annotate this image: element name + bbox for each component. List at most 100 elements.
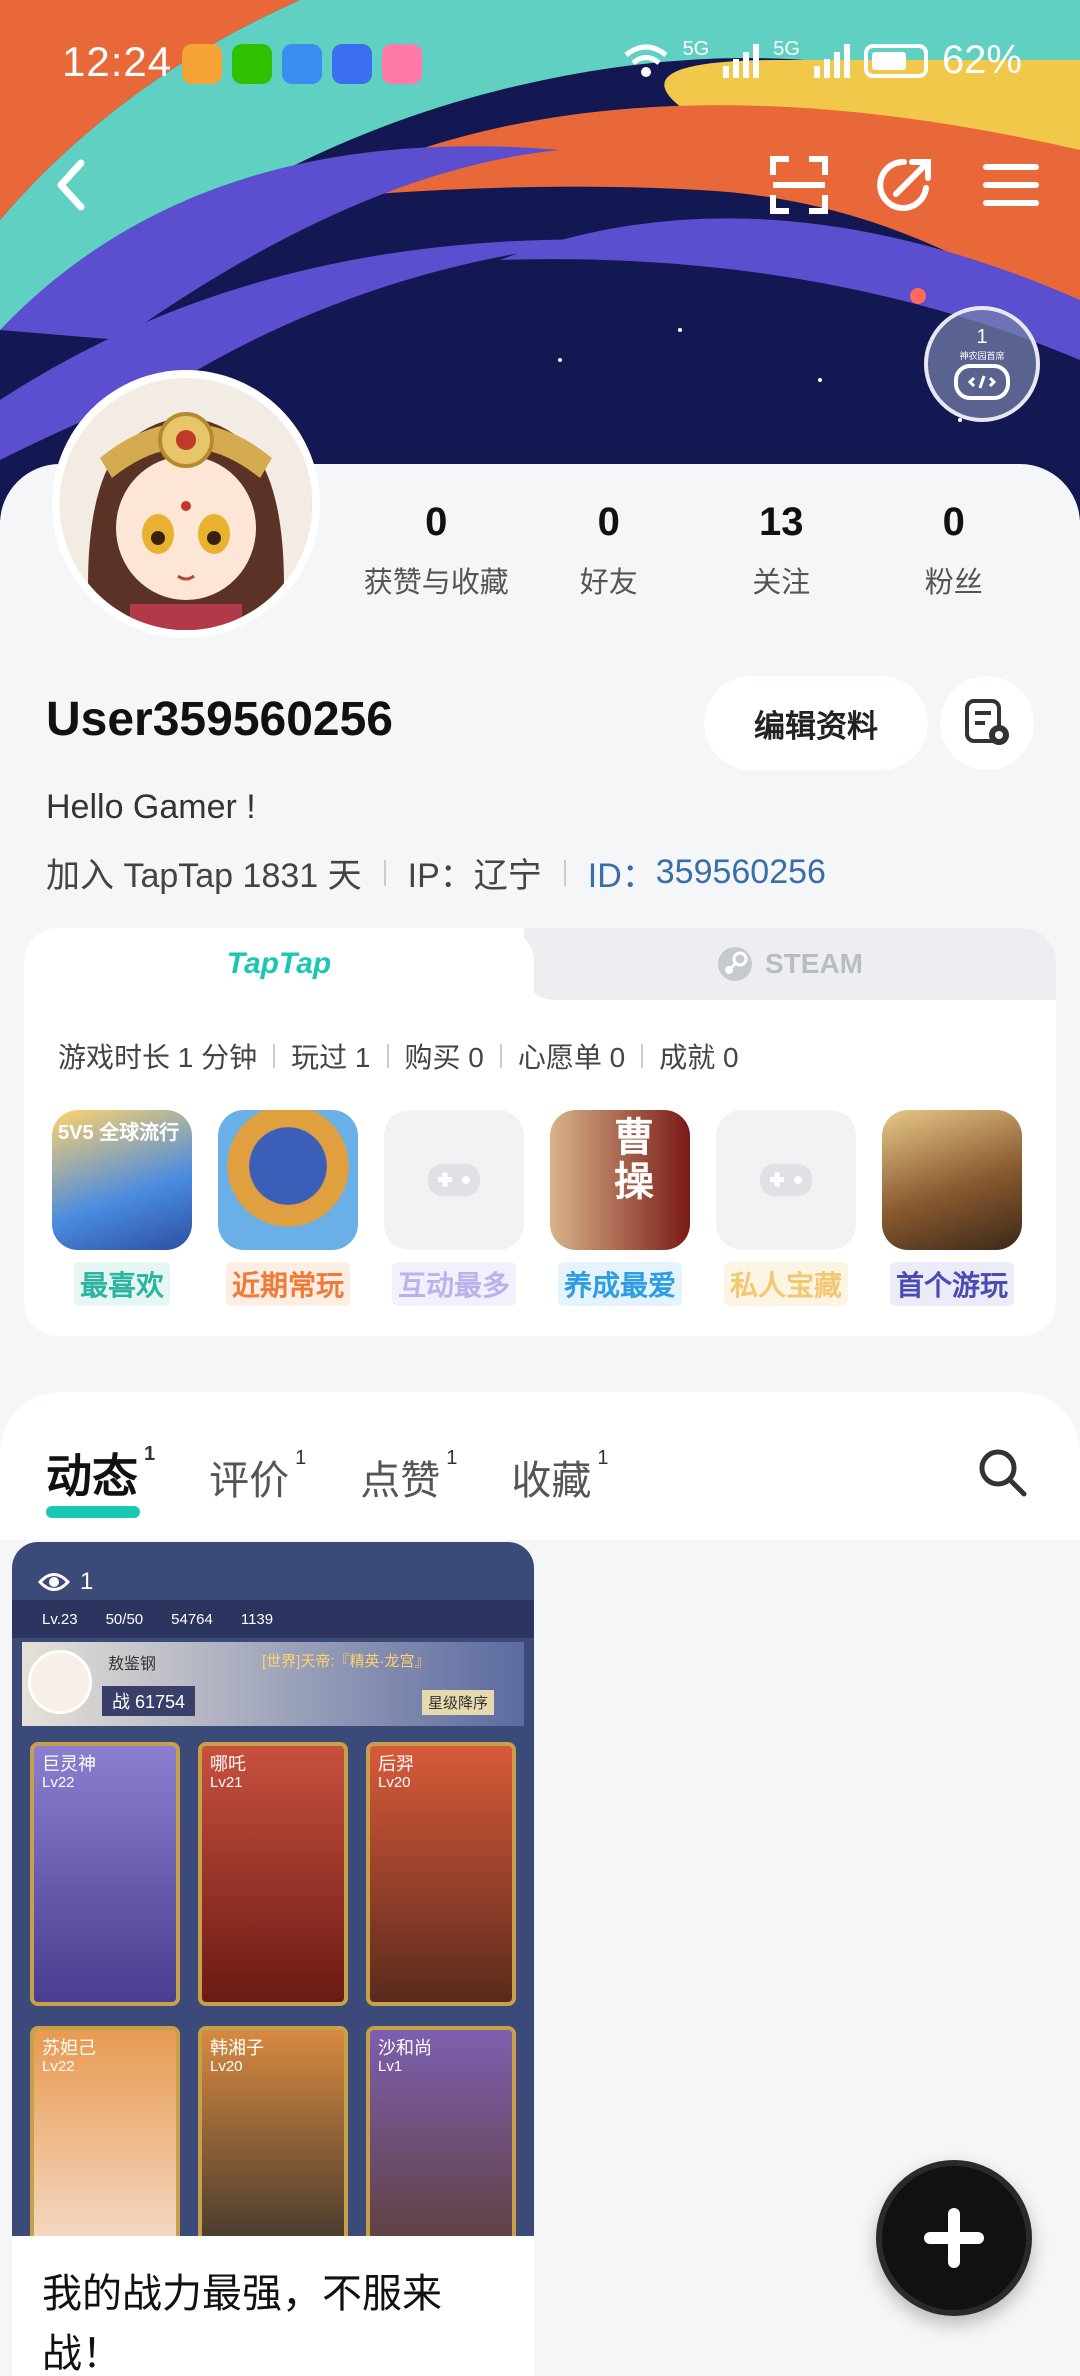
play-time[interactable]: 游戏时长 1 分钟: [58, 1036, 257, 1076]
hero-level: Lv20: [378, 1774, 411, 1791]
hero-name: 韩湘子: [210, 2038, 264, 2058]
network-5g-label: 5G: [682, 38, 710, 60]
achievement-badge[interactable]: 1 神农园首席: [924, 306, 1040, 422]
game-favorite[interactable]: 5V5 全球流行 最喜欢: [52, 1110, 192, 1306]
edit-profile-button[interactable]: 编辑资料: [704, 676, 928, 770]
app-notification-icon: [332, 44, 372, 84]
tab-steam[interactable]: STEAM: [524, 928, 1056, 1000]
wechat-icon: [232, 44, 272, 84]
tab-likes[interactable]: 点赞1: [360, 1447, 457, 1506]
search-icon: [979, 1449, 1027, 1497]
app-notification-icon: [182, 44, 222, 84]
username: User359560256: [46, 693, 393, 746]
game-first-played[interactable]: 首个游玩: [882, 1110, 1022, 1306]
hero-level: Lv22: [42, 2058, 75, 2075]
tab-label: 评价: [209, 1459, 290, 1503]
post-card[interactable]: 1 Lv.23 50/50 54764 1139 敖鉴钢 战 61754 [世界…: [12, 1542, 534, 2376]
menu-icon: [983, 164, 1039, 206]
plus-icon: [924, 2208, 984, 2268]
divider: [383, 859, 386, 886]
stat-followers[interactable]: 0 粉丝: [868, 500, 1041, 601]
stat-likes-favorites[interactable]: 0 获赞与收藏: [350, 500, 523, 601]
game-placeholder: [716, 1110, 856, 1250]
stat-value: 0: [425, 500, 448, 544]
platform-tabs: STEAM TapTap: [24, 928, 1056, 1000]
tab-favorites[interactable]: 收藏1: [511, 1447, 608, 1506]
tab-reviews[interactable]: 评价1: [209, 1446, 307, 1506]
stat-label: 好友: [579, 567, 638, 599]
hero-level: Lv20: [210, 2058, 243, 2075]
avatar[interactable]: [52, 370, 320, 638]
hero-card: 沙和尚 Lv1: [366, 2026, 516, 2236]
achievement-count[interactable]: 成就 0: [659, 1036, 738, 1076]
share-icon: [877, 158, 931, 211]
back-button[interactable]: [36, 150, 106, 220]
divider: [563, 859, 566, 886]
network-5g-label: 5G: [773, 38, 800, 60]
hero-card: 苏妲己 Lv22: [30, 2026, 180, 2236]
game-icon: [882, 1110, 1022, 1250]
stat-label: 获赞与收藏: [363, 567, 509, 599]
game-placeholder: [384, 1110, 524, 1250]
tab-posts[interactable]: 动态 1: [46, 1440, 155, 1518]
view-count: 1: [38, 1568, 93, 1596]
notification-icons: [182, 44, 422, 84]
create-post-button[interactable]: [876, 2160, 1032, 2316]
steam-label: STEAM: [765, 948, 863, 979]
wifi-icon: [624, 44, 668, 77]
hero-level: Lv21: [210, 1774, 243, 1791]
system-indicators: 5G 5G 62%: [623, 38, 1022, 83]
game-tile-text: 5V5 全球流行: [58, 1122, 180, 1144]
hero-name: 沙和尚: [378, 2038, 432, 2058]
game-icon: [218, 1110, 358, 1250]
profile-settings-button[interactable]: [940, 676, 1034, 770]
menu-button[interactable]: [976, 150, 1046, 220]
scan-button[interactable]: [764, 150, 834, 220]
user-id-value[interactable]: 359560256: [656, 853, 826, 892]
document-settings-icon: [965, 699, 1009, 745]
stat-label: 粉丝: [924, 567, 983, 599]
hero-name: 巨灵神: [42, 1754, 96, 1774]
game-icon: 曹操: [550, 1110, 690, 1250]
player-level: Lv.23: [42, 1610, 78, 1628]
stat-following[interactable]: 13 关注: [695, 500, 868, 601]
status-bar: 12:24 5G 5G 62%: [0, 0, 1080, 130]
hero-card: 韩湘子 Lv20: [198, 2026, 348, 2236]
hero-name: 后羿: [378, 1754, 414, 1774]
hero-level: Lv22: [42, 1774, 75, 1791]
gold: 54764: [171, 1610, 213, 1628]
stat-label: 关注: [752, 567, 811, 599]
tab-label: 收藏: [511, 1459, 592, 1503]
game-stats: 游戏时长 1 分钟 玩过 1 购买 0 心愿单 0 成就 0: [58, 1036, 739, 1076]
stat-friends[interactable]: 0 好友: [523, 500, 696, 601]
played-count[interactable]: 玩过 1: [291, 1036, 370, 1076]
stat-value: 13: [759, 500, 804, 544]
share-button[interactable]: [870, 150, 940, 220]
wishlist-count[interactable]: 心愿单 0: [518, 1036, 625, 1076]
battery-icon: [863, 43, 928, 78]
game-label: 最喜欢: [73, 1262, 170, 1306]
gamepad-icon: [954, 364, 1010, 400]
sort-label: 星级降序: [422, 1690, 495, 1715]
scan-icon: [770, 156, 828, 214]
gamepad-icon: [760, 1164, 812, 1196]
game-growth[interactable]: 曹操 养成最爱: [550, 1110, 690, 1306]
status-time: 12:24: [62, 38, 173, 85]
profile-meta: 加入 TapTap 1831 天 IP：辽宁 ID： 359560256: [46, 848, 826, 897]
hero-level: Lv1: [378, 2058, 403, 2075]
tab-count: 1: [295, 1446, 307, 1469]
hero-card: 后羿 Lv20: [366, 1742, 516, 2006]
games-card: STEAM TapTap 游戏时长 1 分钟 玩过 1 购买 0 心愿单 0 成…: [24, 928, 1056, 1336]
tab-taptap[interactable]: TapTap: [24, 928, 534, 1000]
game-label: 近期常玩: [225, 1262, 350, 1306]
game-recent[interactable]: 近期常玩: [218, 1110, 358, 1306]
game-label: 私人宝藏: [723, 1262, 848, 1306]
feed-tabs: 动态 1 评价1 点赞1 收藏1: [46, 1440, 609, 1518]
message-icon: [282, 44, 322, 84]
purchased-count[interactable]: 购买 0: [405, 1036, 484, 1076]
steam-icon: [718, 947, 752, 981]
feed-search-button[interactable]: [970, 1440, 1034, 1504]
game-treasure[interactable]: 私人宝藏: [716, 1110, 856, 1306]
game-interactive[interactable]: 互动最多: [384, 1110, 524, 1306]
profile-page: { "status_bar": { "time": "12:24", "net1…: [0, 0, 1080, 2376]
